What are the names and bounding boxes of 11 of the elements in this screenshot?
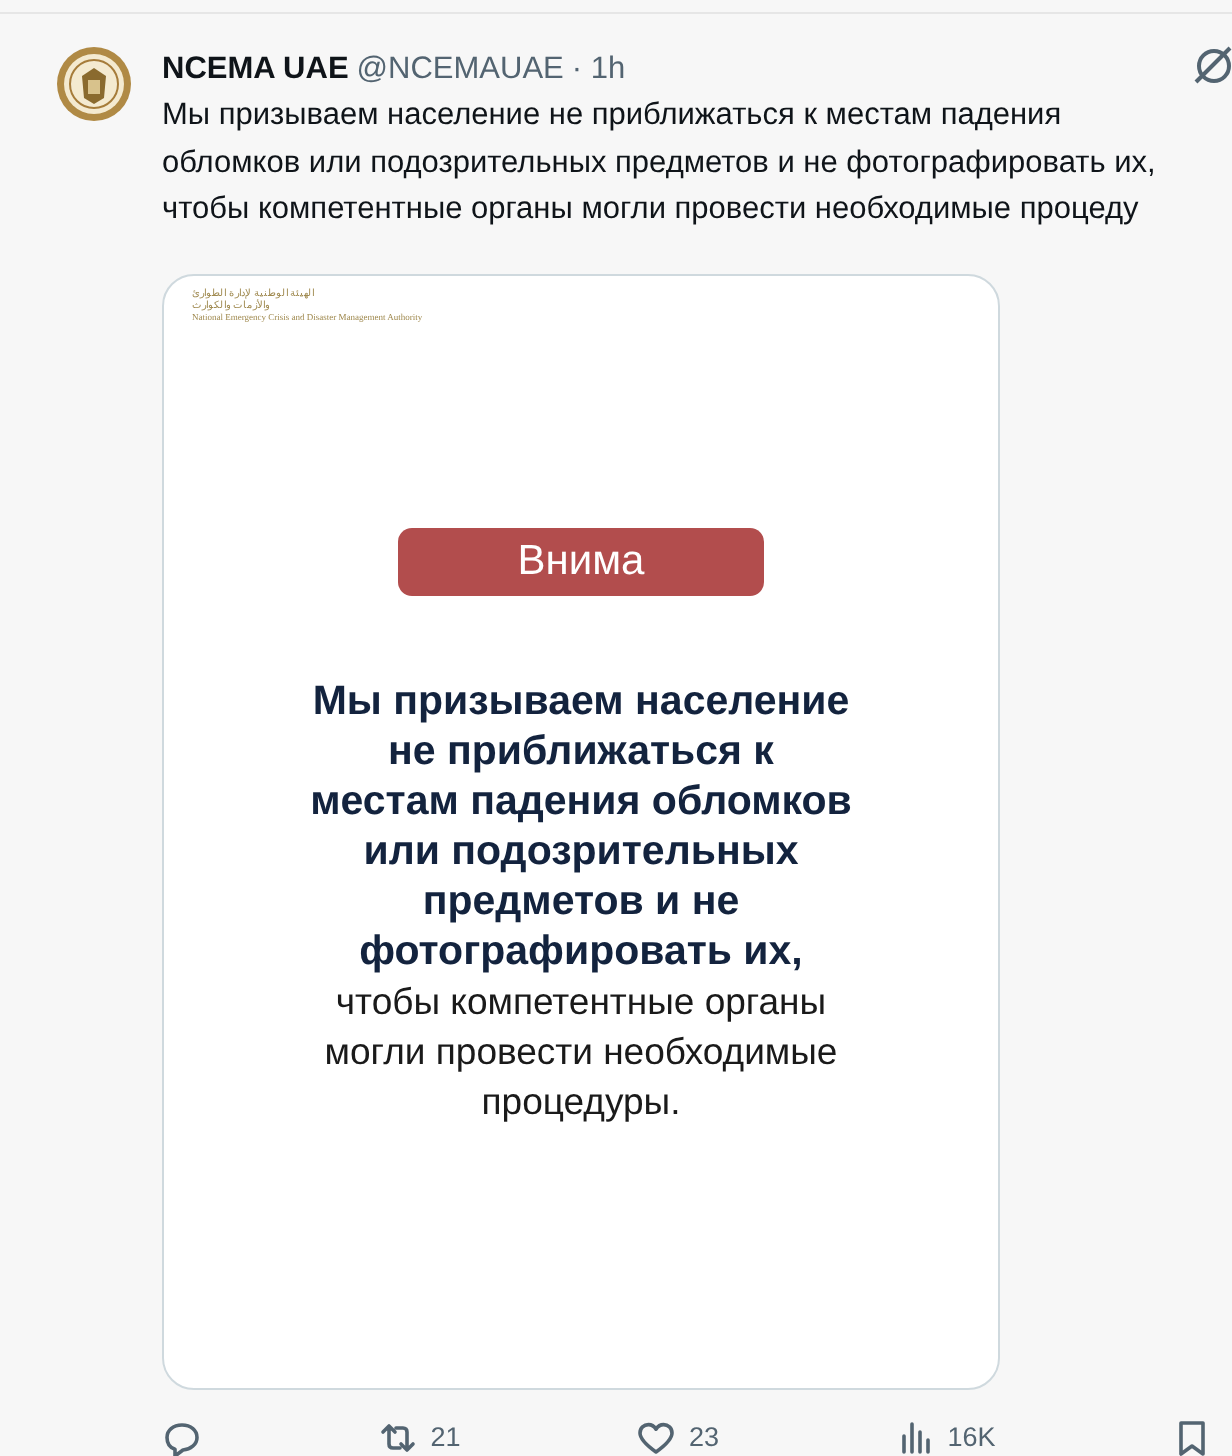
post-text: чтобы компетентные органы могли провести необходимые процеду — [162, 190, 1141, 231]
author-name[interactable]: NCEMA UAE — [162, 46, 349, 93]
like-button[interactable]: 23 — [636, 1417, 719, 1456]
post-text: Мы призываем население не приближаться к местам падения — [162, 96, 1064, 137]
author-handle[interactable]: @NCEMAUAE — [356, 46, 564, 93]
post-time[interactable]: · 1h — [571, 46, 626, 93]
views-button[interactable]: 16K — [895, 1417, 996, 1456]
banner-text: Внима — [398, 527, 764, 596]
post-text: обломков или подозрительных предметов и не фотографировать их, — [162, 143, 1158, 184]
retweet-button[interactable]: 21 — [378, 1417, 461, 1456]
image-message: Мы призываем население не приближаться к местам падения обломков или подозрительных предметов и не фотографировать их, чтобы компетентные органы могли провести необходимые процедуры. — [308, 675, 854, 1126]
